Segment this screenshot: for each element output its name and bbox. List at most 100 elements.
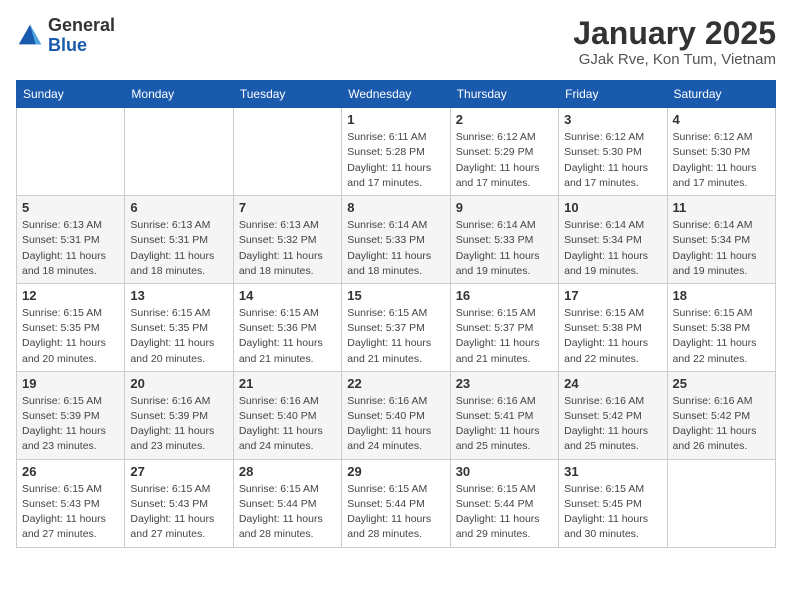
day-info: Sunrise: 6:13 AMSunset: 5:31 PMDaylight:… <box>22 218 119 279</box>
calendar-cell: 15 Sunrise: 6:15 AMSunset: 5:37 PMDayligh… <box>342 283 450 371</box>
day-info: Sunrise: 6:16 AMSunset: 5:42 PMDaylight:… <box>564 394 661 455</box>
day-info: Sunrise: 6:15 AMSunset: 5:44 PMDaylight:… <box>347 482 444 543</box>
day-info: Sunrise: 6:12 AMSunset: 5:30 PMDaylight:… <box>564 130 661 191</box>
page-header: General Blue January 2025 GJak Rve, Kon … <box>16 16 776 68</box>
calendar-cell: 24 Sunrise: 6:16 AMSunset: 5:42 PMDayligh… <box>559 371 667 459</box>
calendar-cell: 21 Sunrise: 6:16 AMSunset: 5:40 PMDayligh… <box>233 371 341 459</box>
day-number: 28 <box>239 464 336 479</box>
calendar-week-row: 26 Sunrise: 6:15 AMSunset: 5:43 PMDayligh… <box>17 459 776 547</box>
day-info: Sunrise: 6:15 AMSunset: 5:36 PMDaylight:… <box>239 306 336 367</box>
calendar-week-row: 5 Sunrise: 6:13 AMSunset: 5:31 PMDaylight… <box>17 196 776 284</box>
day-info: Sunrise: 6:14 AMSunset: 5:33 PMDaylight:… <box>347 218 444 279</box>
day-info: Sunrise: 6:15 AMSunset: 5:44 PMDaylight:… <box>239 482 336 543</box>
calendar-week-row: 1 Sunrise: 6:11 AMSunset: 5:28 PMDaylight… <box>17 108 776 196</box>
day-number: 5 <box>22 200 119 215</box>
day-info: Sunrise: 6:15 AMSunset: 5:45 PMDaylight:… <box>564 482 661 543</box>
day-number: 29 <box>347 464 444 479</box>
day-number: 17 <box>564 288 661 303</box>
calendar-cell: 14 Sunrise: 6:15 AMSunset: 5:36 PMDayligh… <box>233 283 341 371</box>
calendar-cell: 20Sunrise: 6:16 AMSunset: 5:39 PMDayligh… <box>125 371 233 459</box>
calendar-cell: 16 Sunrise: 6:15 AMSunset: 5:37 PMDayligh… <box>450 283 558 371</box>
day-info: Sunrise: 6:14 AMSunset: 5:33 PMDaylight:… <box>456 218 553 279</box>
day-number: 7 <box>239 200 336 215</box>
day-number: 14 <box>239 288 336 303</box>
day-number: 4 <box>673 112 770 127</box>
weekday-header-tuesday: Tuesday <box>233 81 341 108</box>
day-number: 19 <box>22 376 119 391</box>
month-title: January 2025 <box>573 16 776 51</box>
day-info: Sunrise: 6:16 AMSunset: 5:40 PMDaylight:… <box>239 394 336 455</box>
calendar-cell: 4 Sunrise: 6:12 AMSunset: 5:30 PMDaylight… <box>667 108 775 196</box>
calendar-cell: 28 Sunrise: 6:15 AMSunset: 5:44 PMDayligh… <box>233 459 341 547</box>
day-info: Sunrise: 6:12 AMSunset: 5:29 PMDaylight:… <box>456 130 553 191</box>
day-info: Sunrise: 6:15 AMSunset: 5:43 PMDaylight:… <box>130 482 227 543</box>
weekday-header-friday: Friday <box>559 81 667 108</box>
calendar-cell <box>233 108 341 196</box>
day-info: Sunrise: 6:15 AMSunset: 5:38 PMDaylight:… <box>673 306 770 367</box>
day-number: 6 <box>130 200 227 215</box>
day-number: 20 <box>130 376 227 391</box>
day-number: 30 <box>456 464 553 479</box>
day-info: Sunrise: 6:15 AMSunset: 5:35 PMDaylight:… <box>22 306 119 367</box>
calendar-cell: 30Sunrise: 6:15 AMSunset: 5:44 PMDayligh… <box>450 459 558 547</box>
weekday-header-monday: Monday <box>125 81 233 108</box>
day-info: Sunrise: 6:15 AMSunset: 5:35 PMDaylight:… <box>130 306 227 367</box>
day-number: 13 <box>130 288 227 303</box>
day-info: Sunrise: 6:15 AMSunset: 5:37 PMDaylight:… <box>347 306 444 367</box>
calendar-cell: 25 Sunrise: 6:16 AMSunset: 5:42 PMDayligh… <box>667 371 775 459</box>
day-number: 10 <box>564 200 661 215</box>
location-text: GJak Rve, Kon Tum, Vietnam <box>573 51 776 68</box>
day-number: 16 <box>456 288 553 303</box>
day-info: Sunrise: 6:13 AMSunset: 5:32 PMDaylight:… <box>239 218 336 279</box>
calendar-cell: 1 Sunrise: 6:11 AMSunset: 5:28 PMDaylight… <box>342 108 450 196</box>
day-number: 26 <box>22 464 119 479</box>
calendar-cell: 11Sunrise: 6:14 AMSunset: 5:34 PMDayligh… <box>667 196 775 284</box>
day-info: Sunrise: 6:16 AMSunset: 5:41 PMDaylight:… <box>456 394 553 455</box>
day-number: 2 <box>456 112 553 127</box>
weekday-header-wednesday: Wednesday <box>342 81 450 108</box>
day-info: Sunrise: 6:12 AMSunset: 5:30 PMDaylight:… <box>673 130 770 191</box>
day-info: Sunrise: 6:16 AMSunset: 5:40 PMDaylight:… <box>347 394 444 455</box>
calendar-cell: 17 Sunrise: 6:15 AMSunset: 5:38 PMDayligh… <box>559 283 667 371</box>
calendar-cell: 2 Sunrise: 6:12 AMSunset: 5:29 PMDaylight… <box>450 108 558 196</box>
calendar-cell: 5 Sunrise: 6:13 AMSunset: 5:31 PMDaylight… <box>17 196 125 284</box>
calendar-cell: 6 Sunrise: 6:13 AMSunset: 5:31 PMDaylight… <box>125 196 233 284</box>
logo-blue-text: Blue <box>48 35 87 55</box>
day-info: Sunrise: 6:15 AMSunset: 5:37 PMDaylight:… <box>456 306 553 367</box>
calendar-cell: 10 Sunrise: 6:14 AMSunset: 5:34 PMDayligh… <box>559 196 667 284</box>
day-number: 3 <box>564 112 661 127</box>
calendar-table: SundayMondayTuesdayWednesdayThursdayFrid… <box>16 80 776 547</box>
day-number: 1 <box>347 112 444 127</box>
day-info: Sunrise: 6:15 AMSunset: 5:38 PMDaylight:… <box>564 306 661 367</box>
calendar-cell: 23Sunrise: 6:16 AMSunset: 5:41 PMDayligh… <box>450 371 558 459</box>
day-number: 24 <box>564 376 661 391</box>
calendar-cell: 13 Sunrise: 6:15 AMSunset: 5:35 PMDayligh… <box>125 283 233 371</box>
day-number: 21 <box>239 376 336 391</box>
logo-general-text: General <box>48 15 115 35</box>
day-info: Sunrise: 6:13 AMSunset: 5:31 PMDaylight:… <box>130 218 227 279</box>
day-info: Sunrise: 6:14 AMSunset: 5:34 PMDaylight:… <box>564 218 661 279</box>
weekday-header-saturday: Saturday <box>667 81 775 108</box>
calendar-week-row: 12Sunrise: 6:15 AMSunset: 5:35 PMDayligh… <box>17 283 776 371</box>
calendar-cell <box>125 108 233 196</box>
day-number: 27 <box>130 464 227 479</box>
day-info: Sunrise: 6:16 AMSunset: 5:42 PMDaylight:… <box>673 394 770 455</box>
day-info: Sunrise: 6:11 AMSunset: 5:28 PMDaylight:… <box>347 130 444 191</box>
calendar-cell: 3 Sunrise: 6:12 AMSunset: 5:30 PMDaylight… <box>559 108 667 196</box>
logo-icon <box>16 22 44 50</box>
day-number: 25 <box>673 376 770 391</box>
calendar-cell <box>667 459 775 547</box>
title-block: January 2025 GJak Rve, Kon Tum, Vietnam <box>573 16 776 68</box>
day-info: Sunrise: 6:14 AMSunset: 5:34 PMDaylight:… <box>673 218 770 279</box>
calendar-cell: 8 Sunrise: 6:14 AMSunset: 5:33 PMDaylight… <box>342 196 450 284</box>
calendar-cell: 22 Sunrise: 6:16 AMSunset: 5:40 PMDayligh… <box>342 371 450 459</box>
day-number: 15 <box>347 288 444 303</box>
calendar-cell: 12Sunrise: 6:15 AMSunset: 5:35 PMDayligh… <box>17 283 125 371</box>
day-info: Sunrise: 6:15 AMSunset: 5:39 PMDaylight:… <box>22 394 119 455</box>
calendar-cell: 19 Sunrise: 6:15 AMSunset: 5:39 PMDayligh… <box>17 371 125 459</box>
logo: General Blue <box>16 16 115 56</box>
day-number: 8 <box>347 200 444 215</box>
day-number: 22 <box>347 376 444 391</box>
calendar-cell <box>17 108 125 196</box>
calendar-cell: 31Sunrise: 6:15 AMSunset: 5:45 PMDayligh… <box>559 459 667 547</box>
